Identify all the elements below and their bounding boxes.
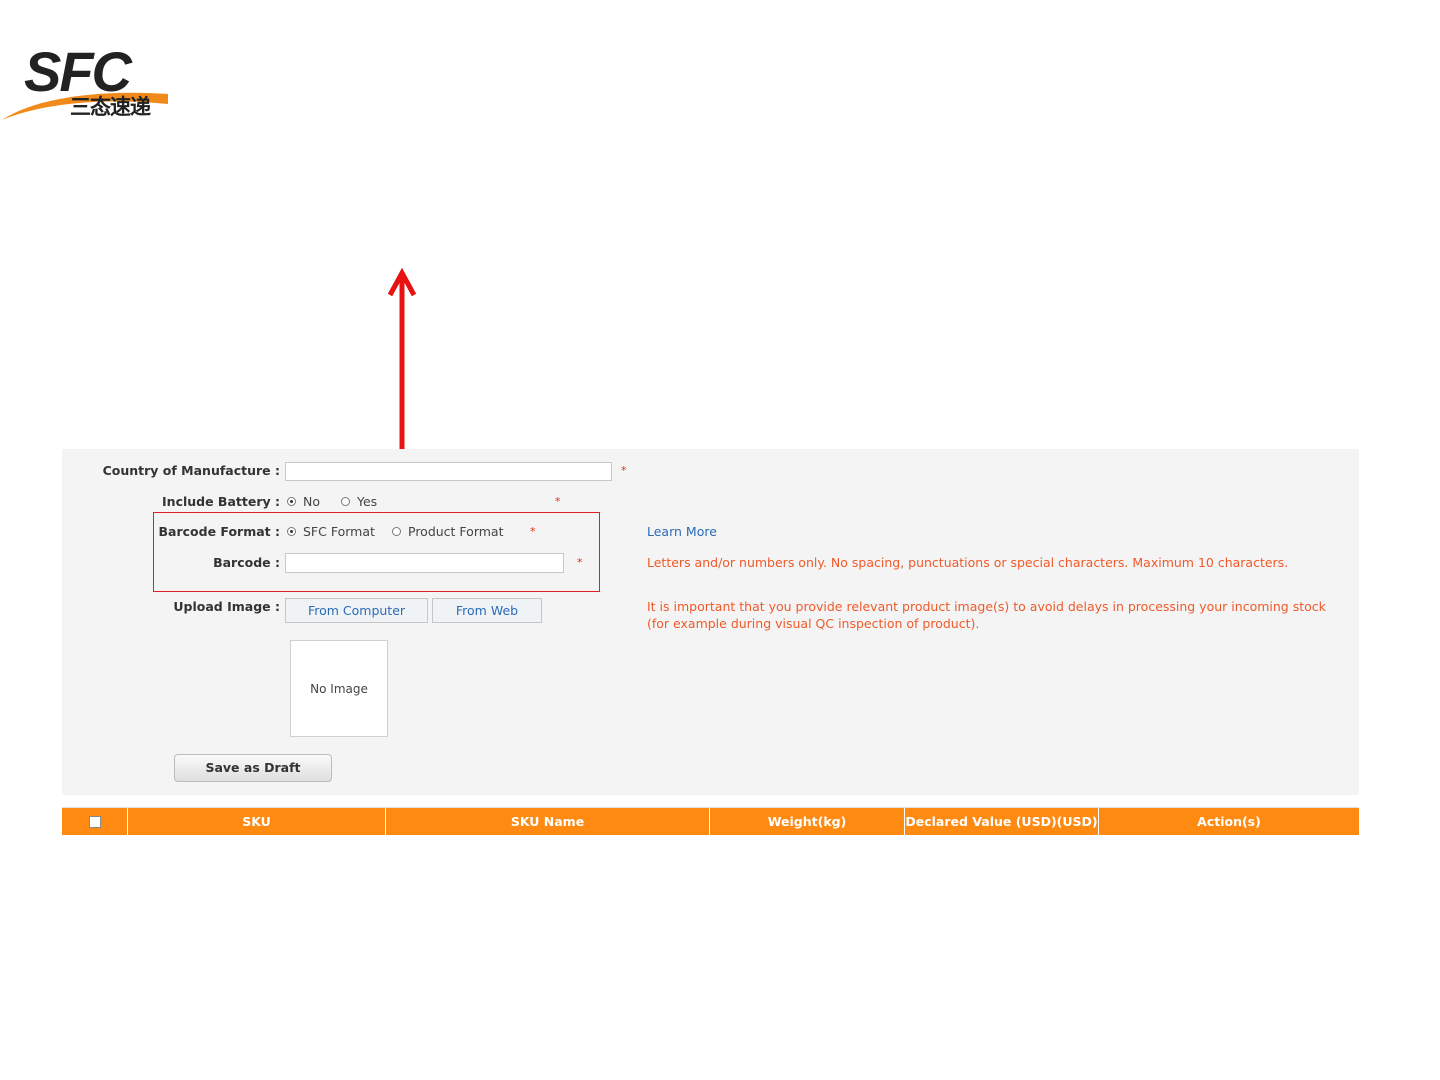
upload-image-label: Upload Image :	[173, 599, 280, 614]
column-header-declared-value[interactable]: Declared Value (USD)(USD)	[905, 808, 1099, 835]
battery-label: Include Battery :	[162, 494, 280, 509]
column-header-sku-name[interactable]: SKU Name	[386, 808, 710, 835]
sfc-logo: SFC 三态速递	[0, 40, 170, 130]
radio-selected-icon	[287, 497, 296, 506]
battery-yes-radio[interactable]: Yes	[341, 494, 377, 509]
radio-empty-icon	[392, 527, 401, 536]
image-hint-line-2: (for example during visual QC inspection…	[647, 616, 980, 631]
from-web-button[interactable]: From Web	[432, 598, 542, 623]
image-preview-placeholder: No Image	[290, 640, 388, 737]
radio-selected-icon	[287, 527, 296, 536]
column-header-sku[interactable]: SKU	[128, 808, 386, 835]
barcode-input[interactable]	[285, 553, 564, 573]
image-hint-line-1: It is important that you provide relevan…	[647, 599, 1326, 614]
barcode-label: Barcode :	[213, 555, 280, 570]
radio-empty-icon	[341, 497, 350, 506]
required-mark: *	[555, 495, 561, 508]
sfc-format-radio[interactable]: SFC Format	[287, 524, 375, 539]
product-format-radio[interactable]: Product Format	[392, 524, 503, 539]
required-mark: *	[621, 464, 627, 477]
from-computer-button[interactable]: From Computer	[285, 598, 428, 623]
required-mark: *	[530, 525, 536, 538]
column-header-actions[interactable]: Action(s)	[1099, 808, 1359, 835]
logo-wordmark: SFC	[24, 40, 132, 103]
country-of-manufacture-input[interactable]	[285, 462, 612, 481]
select-all-checkbox[interactable]	[88, 815, 101, 828]
select-all-cell	[62, 808, 128, 835]
logo-chinese-subtitle: 三态速递	[70, 95, 151, 119]
country-label: Country of Manufacture :	[102, 463, 280, 478]
battery-no-radio[interactable]: No	[287, 494, 320, 509]
barcode-format-label: Barcode Format :	[158, 524, 280, 539]
barcode-hint-text: Letters and/or numbers only. No spacing,…	[647, 555, 1289, 570]
required-mark: *	[577, 556, 583, 569]
image-hint-text: It is important that you provide relevan…	[647, 598, 1347, 632]
learn-more-link[interactable]: Learn More	[647, 524, 717, 539]
column-header-weight[interactable]: Weight(kg)	[710, 808, 905, 835]
save-as-draft-button[interactable]: Save as Draft	[174, 754, 332, 782]
sku-table-header: SKU SKU Name Weight(kg) Declared Value (…	[62, 807, 1359, 836]
